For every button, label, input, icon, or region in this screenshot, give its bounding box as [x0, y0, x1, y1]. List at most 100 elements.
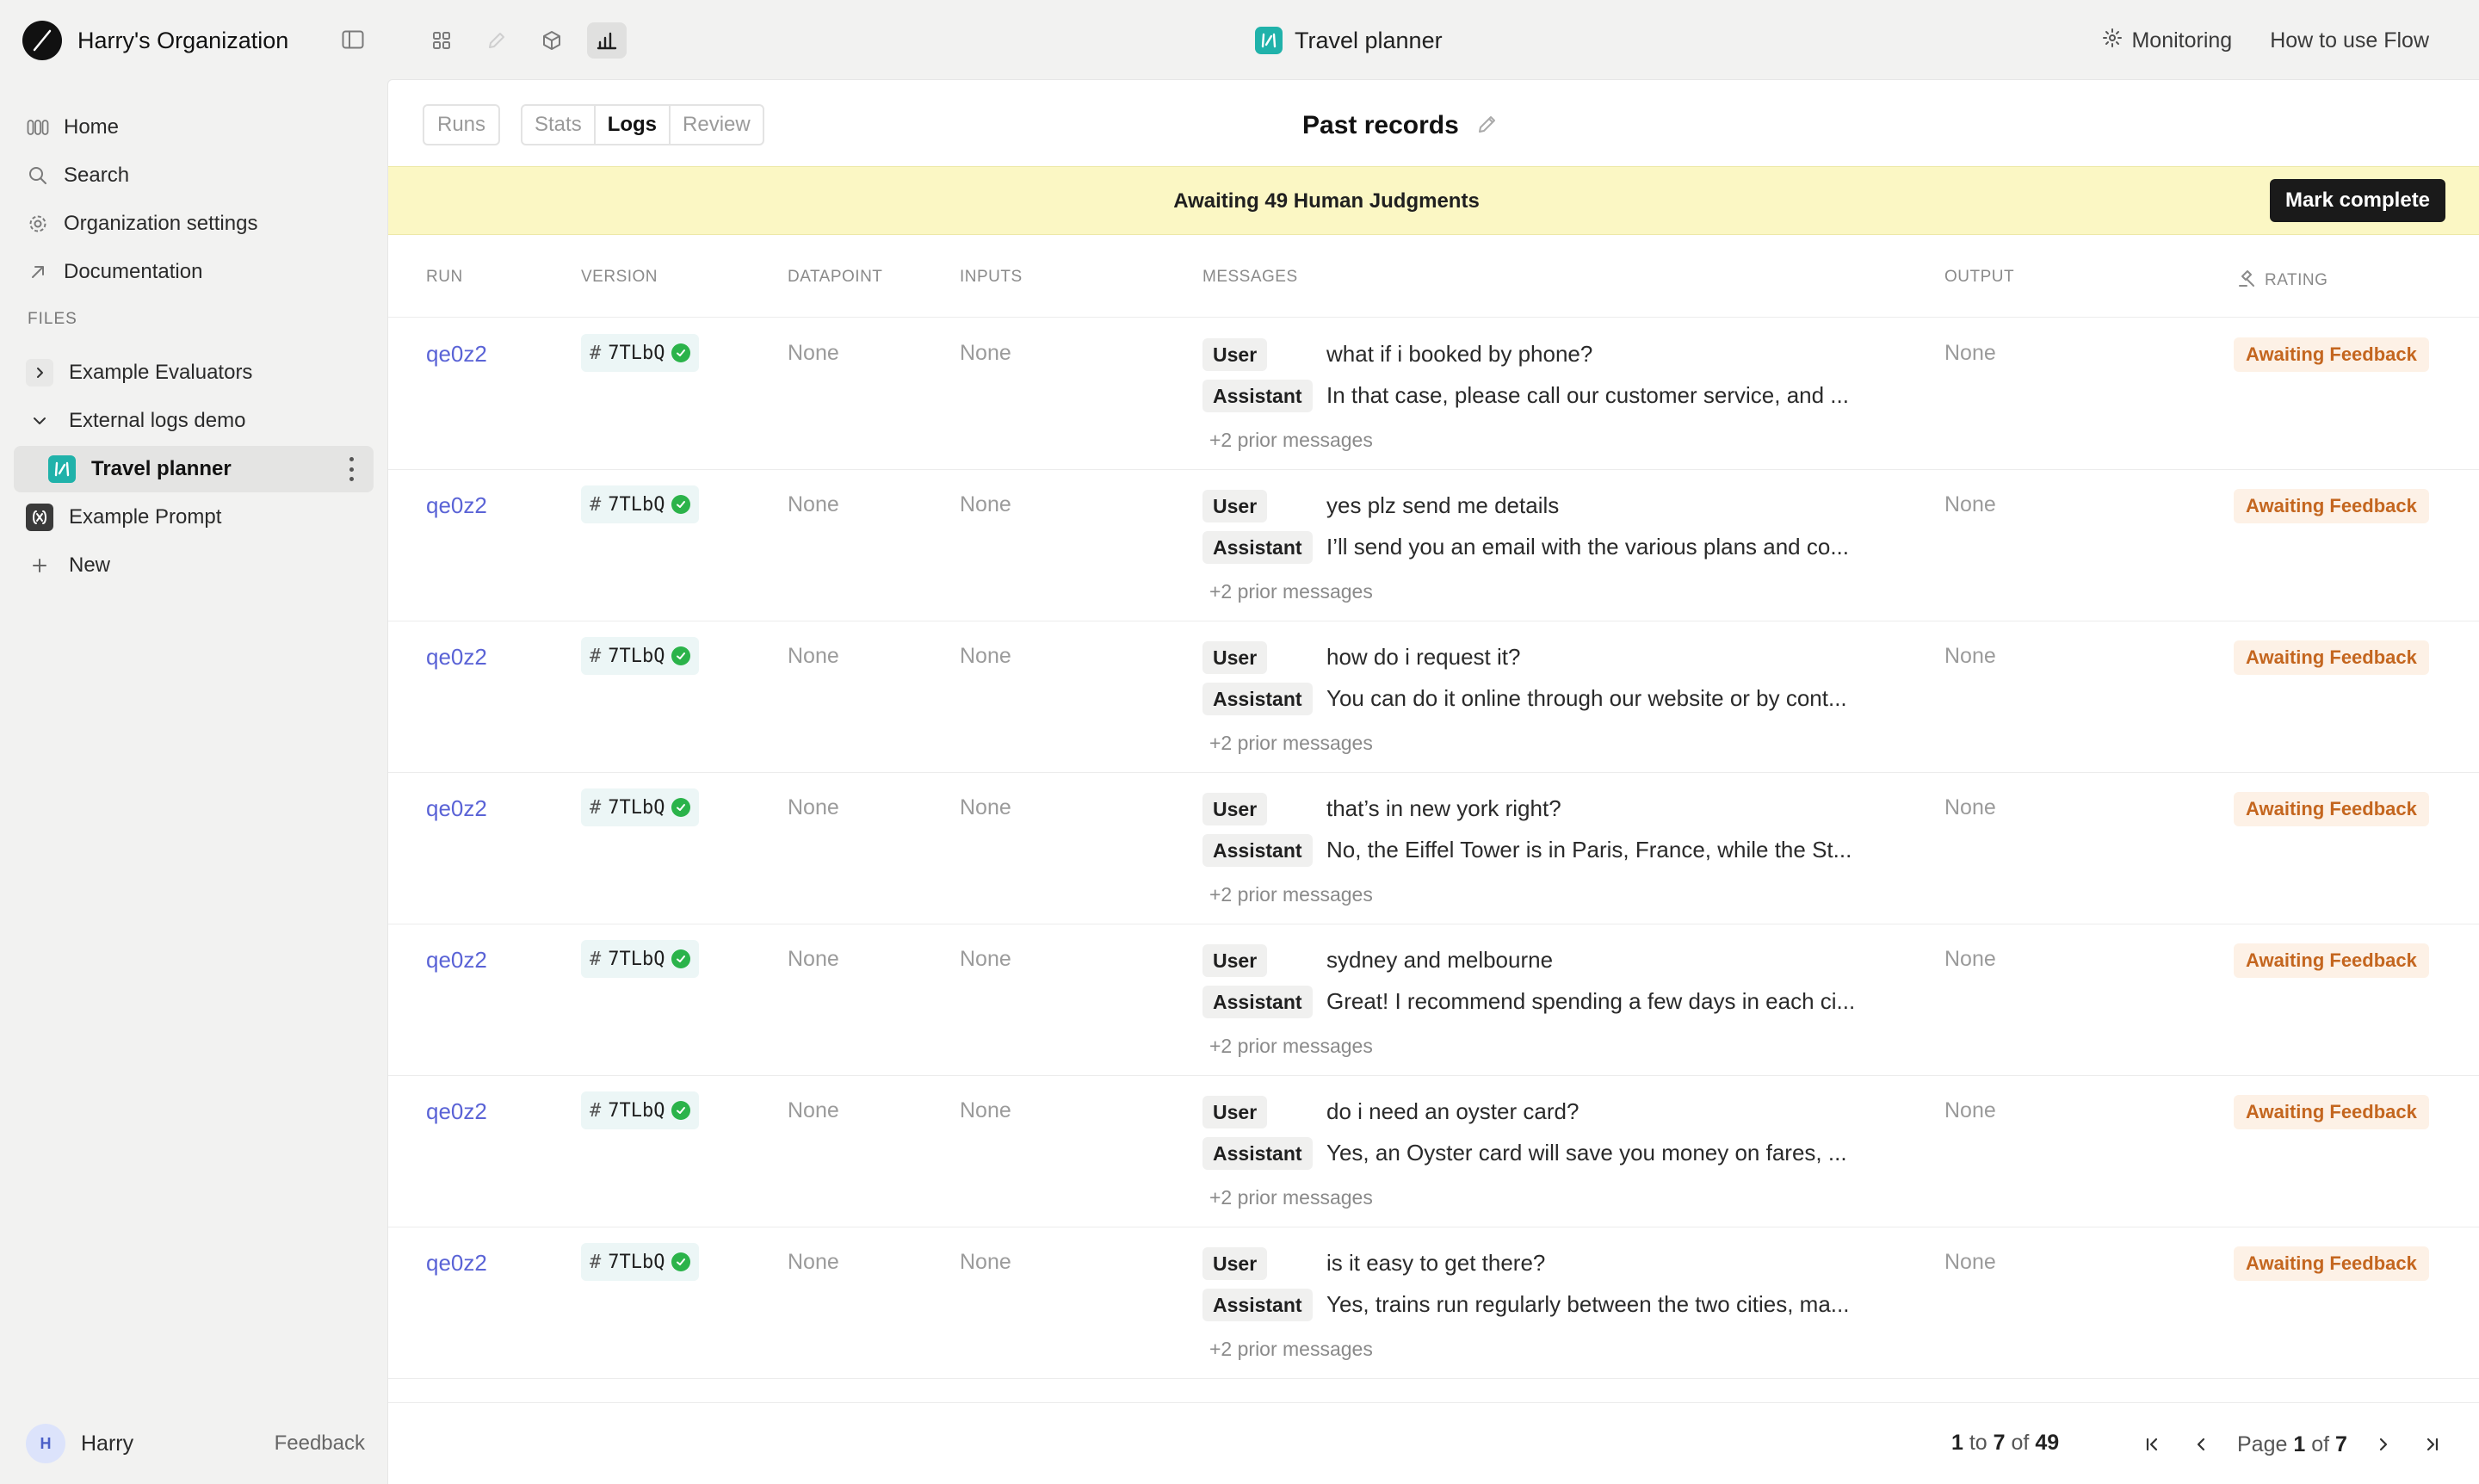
sidebar-item-search[interactable]: Search [14, 153, 374, 198]
run-link[interactable]: qe0z2 [426, 644, 487, 671]
output-value: None [1944, 795, 1996, 819]
version-badge[interactable]: #7TLbQ [581, 637, 700, 675]
tab-review[interactable]: Review [671, 106, 763, 144]
user-message-line: User [1202, 1095, 1268, 1129]
column-header-datapoint[interactable]: DATAPOINT [788, 268, 882, 287]
rating-badge[interactable]: Awaiting Feedback [2234, 1246, 2429, 1281]
how-to-link[interactable]: How to use Flow [2270, 28, 2429, 53]
column-header-version[interactable]: VERSION [581, 268, 658, 287]
app-title-group: Travel planner [1255, 24, 1443, 57]
sidebar-item-label: Documentation [64, 260, 203, 283]
file-item-example-prompt[interactable]: Example Prompt [14, 494, 374, 541]
datapoint-value: None [788, 795, 839, 819]
user-message: is it easy to get there? [1326, 1250, 1546, 1276]
view-tabs: Stats Logs Review [521, 104, 764, 145]
check-circle-icon [671, 646, 691, 665]
rating-badge[interactable]: Awaiting Feedback [2234, 640, 2429, 675]
user-message: that’s in new york right? [1326, 795, 1561, 821]
column-header-rating[interactable]: RATING [2237, 268, 2328, 294]
file-item-label: Example Evaluators [69, 361, 253, 384]
file-item-external-logs-demo[interactable]: External logs demo [14, 398, 374, 444]
version-badge[interactable]: #7TLbQ [581, 1091, 700, 1129]
next-page-icon[interactable] [2366, 1427, 2401, 1462]
table-row[interactable]: qe0z2 #7TLbQ None None User sydney and melbou… [388, 924, 2479, 1076]
run-link[interactable]: qe0z2 [426, 947, 487, 974]
banner-text: Awaiting 49 Human Judgments [1173, 189, 1480, 213]
table-row[interactable]: qe0z2 #7TLbQ None None User that’s in new yor… [388, 773, 2479, 924]
column-header-run[interactable]: RUN [426, 268, 463, 287]
tab-stats[interactable]: Stats [522, 106, 596, 144]
pencil-icon[interactable] [477, 22, 516, 59]
mark-complete-button[interactable]: Mark complete [2270, 179, 2445, 222]
run-link[interactable]: qe0z2 [426, 795, 487, 822]
version-id: 7TLbQ [608, 948, 665, 970]
user-message-line: User [1202, 337, 1268, 372]
chevron-right-icon[interactable] [26, 359, 53, 386]
more-options-icon[interactable] [348, 457, 355, 481]
last-page-icon[interactable] [2414, 1427, 2449, 1462]
inputs-value: None [960, 1098, 1011, 1122]
prev-page-icon[interactable] [2184, 1427, 2218, 1462]
user-name[interactable]: Harry [81, 1431, 133, 1456]
version-badge[interactable]: #7TLbQ [581, 940, 700, 978]
version-badge[interactable]: #7TLbQ [581, 334, 700, 372]
prior-messages-link[interactable]: +2 prior messages [1209, 580, 1373, 603]
column-header-messages[interactable]: MESSAGES [1202, 268, 1298, 287]
prior-messages-link[interactable]: +2 prior messages [1209, 1186, 1373, 1209]
runs-button[interactable]: Runs [423, 104, 500, 145]
rating-badge[interactable]: Awaiting Feedback [2234, 337, 2429, 372]
tab-logs[interactable]: Logs [595, 106, 671, 144]
prior-messages-link[interactable]: +2 prior messages [1209, 429, 1373, 452]
cube-icon[interactable] [532, 22, 572, 59]
org-logo[interactable] [22, 21, 62, 60]
table-row[interactable]: qe0z2 #7TLbQ None None User yes plz send me d… [388, 470, 2479, 621]
sidebar: Home Search Organization settings Docume… [0, 79, 387, 1484]
rating-badge[interactable]: Awaiting Feedback [2234, 943, 2429, 978]
table-row[interactable]: qe0z2 #7TLbQ None None User do i need an oyst… [388, 1076, 2479, 1227]
sidebar-item-documentation[interactable]: Documentation [14, 250, 374, 294]
column-header-output[interactable]: OUTPUT [1944, 268, 2014, 287]
file-item-example-evaluators[interactable]: Example Evaluators [14, 349, 374, 396]
table-row[interactable]: qe0z2 #7TLbQ None None User is it easy to get… [388, 1227, 2479, 1379]
feedback-button[interactable]: Feedback [275, 1431, 365, 1456]
version-badge[interactable]: #7TLbQ [581, 788, 700, 826]
sidebar-item-organization-settings[interactable]: Organization settings [14, 201, 374, 246]
bar-chart-icon[interactable] [587, 22, 627, 59]
version-badge[interactable]: #7TLbQ [581, 1243, 700, 1281]
chevron-down-icon[interactable] [26, 407, 53, 435]
run-link[interactable]: qe0z2 [426, 341, 487, 368]
files-heading: FILES [28, 310, 77, 328]
monitoring-icon [2102, 28, 2123, 54]
page-current: 1 [2293, 1431, 2306, 1456]
column-header-inputs[interactable]: INPUTS [960, 268, 1023, 287]
sidebar-toggle-icon[interactable] [337, 24, 368, 55]
table-row[interactable]: qe0z2 #7TLbQ None None User what if i booked … [388, 318, 2479, 470]
rating-badge[interactable]: Awaiting Feedback [2234, 489, 2429, 523]
prior-messages-link[interactable]: +2 prior messages [1209, 732, 1373, 755]
assistant-role-pill: Assistant [1202, 380, 1313, 412]
first-page-icon[interactable] [2136, 1427, 2170, 1462]
new-file-button[interactable]: New [14, 542, 374, 589]
avatar[interactable]: H [26, 1424, 65, 1463]
sidebar-item-home[interactable]: Home [14, 105, 374, 150]
monitoring-link[interactable]: Monitoring [2102, 28, 2232, 54]
file-item-travel-planner[interactable]: Travel planner [14, 446, 374, 492]
version-badge[interactable]: #7TLbQ [581, 485, 700, 523]
table-row[interactable]: qe0z2 #7TLbQ None None User how do i request … [388, 621, 2479, 773]
sidebar-item-label: Home [64, 115, 120, 139]
org-name[interactable]: Harry's Organization [77, 26, 288, 55]
rating-badge[interactable]: Awaiting Feedback [2234, 792, 2429, 826]
datapoint-value: None [788, 492, 839, 516]
user-message: what if i booked by phone? [1326, 341, 1593, 367]
prior-messages-link[interactable]: +2 prior messages [1209, 1035, 1373, 1058]
prior-messages-link[interactable]: +2 prior messages [1209, 883, 1373, 906]
edit-title-icon[interactable] [1476, 113, 1499, 139]
grid-icon[interactable] [422, 22, 461, 59]
run-link[interactable]: qe0z2 [426, 492, 487, 519]
check-circle-icon [671, 495, 691, 514]
prior-messages-link[interactable]: +2 prior messages [1209, 1338, 1373, 1361]
run-link[interactable]: qe0z2 [426, 1250, 487, 1277]
run-link[interactable]: qe0z2 [426, 1098, 487, 1125]
sidebar-item-label: Organization settings [64, 212, 258, 235]
rating-badge[interactable]: Awaiting Feedback [2234, 1095, 2429, 1129]
